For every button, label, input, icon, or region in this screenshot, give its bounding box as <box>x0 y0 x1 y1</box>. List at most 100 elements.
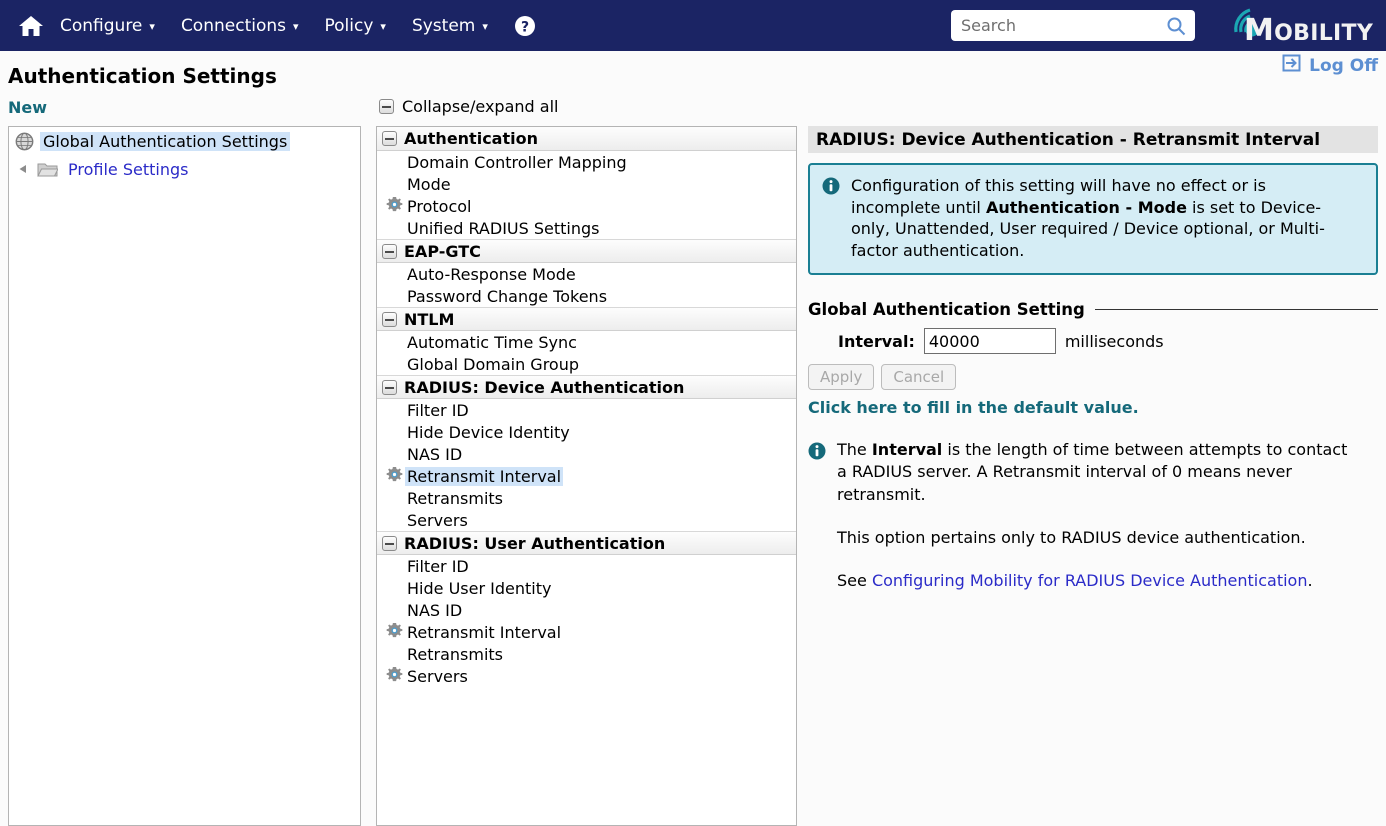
collapse-expand-all-toggle[interactable]: Collapse/expand all <box>379 97 558 116</box>
log-off-label: Log Off <box>1309 56 1378 76</box>
tree-leaf-item[interactable]: Unified RADIUS Settings <box>377 217 796 239</box>
chevron-down-icon: ▾ <box>293 20 299 33</box>
tree-leaf-item[interactable]: Password Change Tokens <box>377 285 796 307</box>
tree-group-header[interactable]: NTLM <box>377 307 796 331</box>
brand-cap: M <box>1244 13 1274 48</box>
fieldset-legend: Global Authentication Setting <box>808 300 1378 319</box>
nav-item-connections[interactable]: Connections ▾ <box>181 16 299 36</box>
tree-leaf-label: Global Domain Group <box>405 355 581 374</box>
brand-rest: OBILITY <box>1274 21 1373 46</box>
search-box[interactable] <box>951 10 1195 41</box>
tree-leaf-label: Mode <box>405 175 453 194</box>
nav-label: Connections <box>181 16 286 36</box>
tree-leaf-label: NAS ID <box>405 601 464 620</box>
tree-leaf-item[interactable]: Protocol <box>377 195 796 217</box>
tree-leaf-item[interactable]: Filter ID <box>377 399 796 421</box>
apply-button[interactable]: Apply <box>808 364 874 390</box>
fieldset-divider <box>1095 309 1378 310</box>
tree-leaf-item[interactable]: Auto-Response Mode <box>377 263 796 285</box>
page-title: Authentication Settings <box>8 64 277 88</box>
tree-leaf-label: Retransmit Interval <box>405 467 563 486</box>
log-off-button[interactable]: Log Off <box>1282 54 1378 77</box>
minus-box-icon[interactable] <box>382 244 397 259</box>
tree-leaf-item[interactable]: NAS ID <box>377 599 796 621</box>
tree-leaf-label: Unified RADIUS Settings <box>405 219 602 238</box>
tree-group-header[interactable]: EAP-GTC <box>377 239 796 263</box>
tree-leaf-label: Auto-Response Mode <box>405 265 578 284</box>
chevron-down-icon: ▾ <box>149 20 155 33</box>
gear-icon <box>386 466 403 487</box>
nav-item-configure[interactable]: Configure ▾ <box>60 16 155 36</box>
description-paragraph-3: See Configuring Mobility for RADIUS Devi… <box>837 570 1349 592</box>
new-link[interactable]: New <box>8 98 47 117</box>
settings-category-tree: Authentication Domain Controller Mapping M… <box>376 126 797 826</box>
configuring-mobility-radius-link[interactable]: Configuring Mobility for RADIUS Device A… <box>872 571 1308 590</box>
tree-leaf-item[interactable]: NAS ID <box>377 443 796 465</box>
notice-text: Configuration of this setting will have … <box>851 175 1351 261</box>
fieldset-legend-label: Global Authentication Setting <box>808 300 1085 319</box>
global-authentication-setting-fieldset: Global Authentication Setting Interval: … <box>808 300 1378 417</box>
notice-text-bold: Authentication - Mode <box>986 198 1187 217</box>
cancel-button[interactable]: Cancel <box>881 364 956 390</box>
logout-arrow-icon <box>1282 54 1302 77</box>
tree-leaf-item[interactable]: Retransmit Interval <box>377 465 796 487</box>
tree-group-header[interactable]: RADIUS: Device Authentication <box>377 375 796 399</box>
tree-group-label: Authentication <box>404 129 538 148</box>
tree-leaf-item[interactable]: Retransmit Interval <box>377 621 796 643</box>
tree-leaf-item[interactable]: Global Domain Group <box>377 353 796 375</box>
nav-label: Policy <box>325 16 374 36</box>
tree-leaf-item[interactable]: Servers <box>377 509 796 531</box>
tree-group-header[interactable]: RADIUS: User Authentication <box>377 531 796 555</box>
tree-leaf-item[interactable]: Retransmits <box>377 487 796 509</box>
search-input[interactable] <box>951 12 1151 39</box>
tree-leaf-label: Servers <box>405 511 470 530</box>
tree-item-label: Global Authentication Settings <box>40 132 290 151</box>
tree-leaf-label: Servers <box>405 667 470 686</box>
tree-leaf-item[interactable]: Retransmits <box>377 643 796 665</box>
tree-item-profile-settings[interactable]: Profile Settings <box>9 155 360 183</box>
tree-leaf-item[interactable]: Hide Device Identity <box>377 421 796 443</box>
brand-wordmark: MOBILITY <box>1244 16 1373 46</box>
tree-leaf-item[interactable]: Automatic Time Sync <box>377 331 796 353</box>
nav-item-policy[interactable]: Policy ▾ <box>325 16 386 36</box>
home-icon[interactable] <box>18 14 44 38</box>
tree-leaf-item[interactable]: Domain Controller Mapping <box>377 151 796 173</box>
minus-box-icon[interactable] <box>382 536 397 551</box>
nav-label: Configure <box>60 16 142 36</box>
collapsed-triangle-icon[interactable] <box>15 163 31 175</box>
tree-leaf-label: Retransmits <box>405 489 505 508</box>
nav-item-system[interactable]: System ▾ <box>412 16 488 36</box>
svg-text:?: ? <box>521 19 529 35</box>
detail-panel-header: RADIUS: Device Authentication - Retransm… <box>808 126 1378 153</box>
form-action-buttons: Apply Cancel <box>808 364 1378 390</box>
left-settings-tree-panel: Global Authentication Settings Profile S… <box>8 126 361 826</box>
notice-callout: Configuration of this setting will have … <box>808 163 1378 275</box>
interval-units-label: milliseconds <box>1065 332 1164 351</box>
description-body: The Interval is the length of time betwe… <box>837 439 1349 591</box>
setting-description: The Interval is the length of time betwe… <box>808 439 1378 591</box>
interval-input[interactable] <box>924 328 1056 354</box>
fill-default-value-link[interactable]: Click here to fill in the default value. <box>808 398 1378 417</box>
desc-p3-after: . <box>1307 571 1312 590</box>
minus-box-icon[interactable] <box>382 312 397 327</box>
tree-leaf-item[interactable]: Filter ID <box>377 555 796 577</box>
info-icon <box>808 442 826 591</box>
tree-leaf-item[interactable]: Hide User Identity <box>377 577 796 599</box>
tree-group-header[interactable]: Authentication <box>377 127 796 151</box>
tree-leaf-label: Retransmit Interval <box>405 623 563 642</box>
nav-label: System <box>412 16 475 36</box>
tree-leaf-label: Automatic Time Sync <box>405 333 579 352</box>
question-mark-icon[interactable]: ? <box>514 15 536 37</box>
detail-panel: RADIUS: Device Authentication - Retransm… <box>808 126 1378 826</box>
desc-p1-bold: Interval <box>872 440 942 459</box>
tree-leaf-label: Password Change Tokens <box>405 287 609 306</box>
minus-box-icon[interactable] <box>382 380 397 395</box>
tree-leaf-label: Filter ID <box>405 557 471 576</box>
interval-label: Interval: <box>838 332 915 351</box>
tree-item-global-authentication-settings[interactable]: Global Authentication Settings <box>9 127 360 155</box>
tree-leaf-item[interactable]: Mode <box>377 173 796 195</box>
tree-leaf-item[interactable]: Servers <box>377 665 796 687</box>
minus-box-icon[interactable] <box>382 131 397 146</box>
search-icon[interactable] <box>1166 16 1186 36</box>
tree-leaf-label: Filter ID <box>405 401 471 420</box>
